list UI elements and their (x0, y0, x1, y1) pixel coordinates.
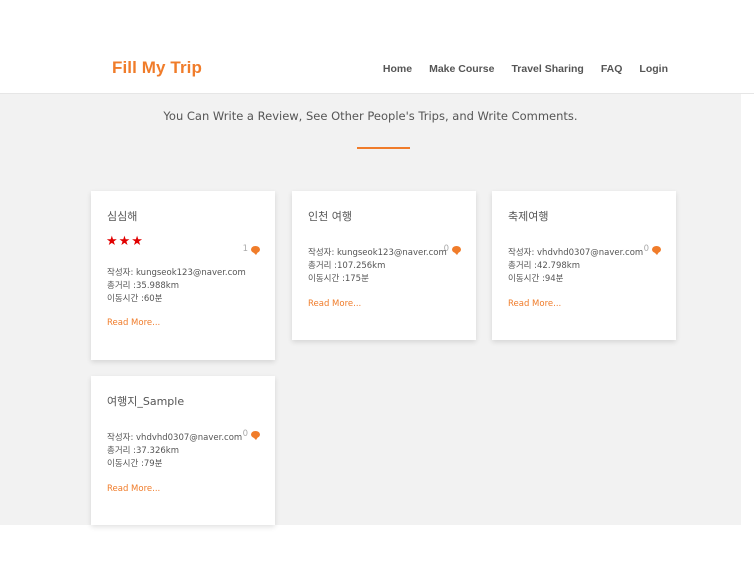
trip-distance: 총거리 :35.988km (107, 281, 179, 291)
speech-bubble-icon (251, 245, 260, 255)
comment-count[interactable]: 0 (643, 244, 661, 255)
page-tagline: You Can Write a Review, See Other People… (163, 109, 578, 123)
nav-make-course[interactable]: Make Course (429, 63, 494, 75)
speech-bubble-icon (652, 245, 661, 255)
speech-bubble-icon (251, 430, 260, 440)
trip-meta: 작성자: kungseok123@naver.com 총거리 :107.256k… (308, 247, 447, 286)
star-rating: ★★★ (106, 234, 144, 249)
trip-title[interactable]: 인천 여행 (308, 208, 352, 224)
nav-login[interactable]: Login (639, 63, 668, 75)
speech-bubble-icon (452, 245, 461, 255)
trip-title[interactable]: 여행지_Sample (107, 393, 184, 409)
trip-title[interactable]: 축제여행 (508, 208, 548, 224)
trip-distance: 총거리 :42.798km (508, 261, 580, 271)
read-more-link[interactable]: Read More... (508, 299, 561, 309)
trip-title[interactable]: 심심해 (107, 208, 137, 224)
trip-time: 이동시간 :94분 (508, 274, 564, 284)
comment-count[interactable]: 0 (242, 429, 260, 440)
trip-time: 이동시간 :60분 (107, 294, 163, 304)
read-more-link[interactable]: Read More... (107, 484, 160, 494)
read-more-link[interactable]: Read More... (308, 299, 361, 309)
nav-faq[interactable]: FAQ (601, 63, 623, 75)
trip-meta: 작성자: vhdvhd0307@naver.com 총거리 :37.326km … (107, 432, 242, 471)
read-more-link[interactable]: Read More... (107, 318, 160, 328)
trip-author: 작성자: kungseok123@naver.com (308, 248, 447, 258)
site-header: Fill My Trip Home Make Course Travel Sha… (0, 0, 754, 94)
trip-time: 이동시간 :79분 (107, 459, 163, 469)
main-content: You Can Write a Review, See Other People… (0, 94, 741, 525)
comment-count-value: 1 (242, 244, 248, 254)
comment-count[interactable]: 1 (242, 244, 260, 255)
trip-distance: 총거리 :37.326km (107, 446, 179, 456)
nav-travel-sharing[interactable]: Travel Sharing (511, 63, 583, 75)
nav-home[interactable]: Home (383, 63, 412, 75)
trip-card: 심심해 ★★★ 1 작성자: kungseok123@naver.com 총거리… (91, 191, 275, 360)
trip-card: 여행지_Sample 0 작성자: vhdvhd0307@naver.com 총… (91, 376, 275, 525)
main-nav: Home Make Course Travel Sharing FAQ Logi… (383, 63, 668, 75)
title-divider (357, 147, 410, 149)
trip-card: 축제여행 0 작성자: vhdvhd0307@naver.com 총거리 :42… (492, 191, 676, 340)
comment-count-value: 0 (643, 244, 649, 254)
trip-distance: 총거리 :107.256km (308, 261, 386, 271)
trip-author: 작성자: vhdvhd0307@naver.com (508, 248, 644, 258)
trip-author: 작성자: vhdvhd0307@naver.com (107, 433, 243, 443)
trip-card: 인천 여행 0 작성자: kungseok123@naver.com 총거리 :… (292, 191, 476, 340)
trip-meta: 작성자: kungseok123@naver.com 총거리 :35.988km… (107, 267, 246, 306)
trip-author: 작성자: kungseok123@naver.com (107, 268, 246, 278)
site-logo[interactable]: Fill My Trip (112, 58, 202, 78)
trip-meta: 작성자: vhdvhd0307@naver.com 총거리 :42.798km … (508, 247, 643, 286)
comment-count-value: 0 (242, 429, 248, 439)
trip-time: 이동시간 :175분 (308, 274, 369, 284)
